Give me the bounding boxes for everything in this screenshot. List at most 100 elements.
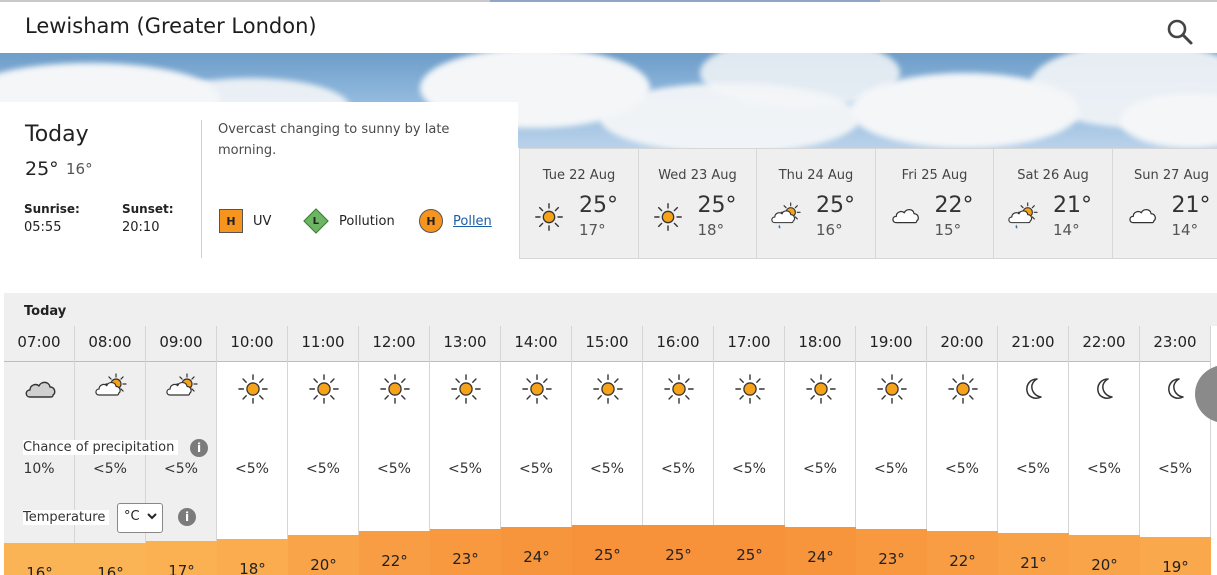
sunrise-time: 05:55 bbox=[24, 220, 62, 235]
day-max-temp: 21° bbox=[1053, 193, 1092, 218]
daily-forecast-tabs: Tue 22 Aug 25° 17° Wed 23 Aug 25° 18° Thu 24 A… bbox=[519, 148, 1217, 259]
sunny-icon bbox=[521, 373, 553, 405]
sunny-icon bbox=[592, 373, 624, 405]
moon-icon bbox=[1018, 373, 1050, 405]
day-tab[interactable]: Sat 26 Aug 21° 14° bbox=[993, 149, 1111, 259]
temperature-value: 16° bbox=[75, 543, 146, 575]
hour-time: 21:00 bbox=[998, 326, 1068, 362]
temperature-value: 25° bbox=[643, 525, 714, 575]
precipitation-chance: <5% bbox=[732, 461, 766, 477]
pollen-level-badge: H bbox=[419, 209, 443, 233]
chevron-down-icon bbox=[147, 513, 157, 520]
uv-level-badge: H bbox=[219, 209, 243, 233]
day-tab[interactable]: Fri 25 Aug 22° 15° bbox=[874, 149, 993, 259]
pollen-indicator[interactable]: H Pollen bbox=[419, 209, 492, 233]
hourly-title: Today bbox=[24, 304, 67, 319]
hour-time: 17:00 bbox=[714, 326, 784, 362]
hour-column: 19:00 <5% 23° bbox=[856, 326, 927, 575]
hour-column: 15:00 <5% 25° bbox=[572, 326, 643, 575]
precipitation-chance: <5% bbox=[1087, 461, 1121, 477]
sunny-icon bbox=[308, 373, 340, 405]
page-header: Lewisham (Greater London) bbox=[0, 2, 1217, 53]
day-tab[interactable]: Wed 23 Aug 25° 18° bbox=[637, 149, 756, 259]
sun-cloud-icon bbox=[95, 373, 127, 405]
hour-column: 20:00 <5% 22° bbox=[927, 326, 998, 575]
uv-label: UV bbox=[253, 213, 272, 229]
today-summary-card: Today 25° 16° Sunrise: 05:55 Sunset: 20:… bbox=[0, 102, 518, 262]
uv-indicator[interactable]: H UV bbox=[219, 209, 272, 233]
day-name: Sat 26 Aug bbox=[1017, 168, 1089, 183]
sunny-icon bbox=[379, 373, 411, 405]
precipitation-chance: 10% bbox=[23, 461, 55, 477]
pollution-indicator[interactable]: L Pollution bbox=[303, 208, 395, 234]
temperature-unit-select[interactable]: °C bbox=[117, 503, 163, 533]
hour-column: 17:00 <5% 25° bbox=[714, 326, 785, 575]
day-name: Fri 25 Aug bbox=[901, 168, 968, 183]
hour-time: 18:00 bbox=[785, 326, 855, 362]
day-min-temp: 17° bbox=[579, 221, 606, 239]
moon-icon bbox=[1089, 373, 1121, 405]
hour-time: 14:00 bbox=[501, 326, 571, 362]
hour-time: 13:00 bbox=[430, 326, 500, 362]
precipitation-chance: <5% bbox=[448, 461, 482, 477]
hour-time: 08:00 bbox=[75, 326, 145, 362]
cloud-icon bbox=[890, 202, 920, 232]
temperature-value: 25° bbox=[572, 525, 643, 575]
search-icon[interactable] bbox=[1166, 18, 1194, 46]
sunny-icon bbox=[534, 202, 564, 232]
pollution-level-badge: L bbox=[303, 208, 329, 234]
hour-time: 07:00 bbox=[4, 326, 74, 362]
precipitation-chance: <5% bbox=[164, 461, 198, 477]
temperature-value: 20° bbox=[288, 535, 359, 575]
hour-time: 16:00 bbox=[643, 326, 713, 362]
sunny-icon bbox=[734, 373, 766, 405]
hour-time: 23:00 bbox=[1140, 326, 1210, 362]
day-name: Tue 22 Aug bbox=[542, 168, 616, 183]
day-tab[interactable]: Thu 24 Aug 25° 16° bbox=[756, 149, 874, 259]
temperature-value: 22° bbox=[927, 531, 998, 575]
precipitation-chance: <5% bbox=[945, 461, 979, 477]
temperature-value: 23° bbox=[430, 529, 501, 575]
hour-time: 22:00 bbox=[1069, 326, 1139, 362]
hour-time: 11:00 bbox=[288, 326, 358, 362]
precipitation-info-icon[interactable]: i bbox=[190, 439, 208, 457]
day-min-temp: 15° bbox=[934, 221, 962, 239]
hour-time: 20:00 bbox=[927, 326, 997, 362]
temperature-value: 24° bbox=[501, 527, 572, 575]
temperature-value: 19° bbox=[1140, 537, 1211, 575]
today-min-temp: 16° bbox=[66, 160, 93, 178]
precipitation-chance: <5% bbox=[235, 461, 269, 477]
day-max-temp: 21° bbox=[1171, 193, 1211, 218]
sunny-icon bbox=[805, 373, 837, 405]
sun-cloud-rain-icon bbox=[1008, 202, 1038, 232]
day-tab[interactable]: Sun 27 Aug 21° 14° bbox=[1111, 149, 1217, 259]
temperature-row-label: Temperature bbox=[23, 510, 110, 525]
day-tab[interactable]: Tue 22 Aug 25° 17° bbox=[519, 149, 637, 259]
sunset-label: Sunset: bbox=[122, 202, 174, 216]
temperature-info-icon[interactable]: i bbox=[178, 508, 196, 526]
overcast-cloud-icon bbox=[24, 373, 56, 405]
pollution-level-code: L bbox=[312, 215, 320, 227]
sunny-icon bbox=[947, 373, 979, 405]
precipitation-chance: <5% bbox=[803, 461, 837, 477]
sunny-icon bbox=[653, 202, 683, 232]
precipitation-chance: <5% bbox=[93, 461, 127, 477]
day-max-temp: 22° bbox=[934, 193, 974, 218]
hour-time: 15:00 bbox=[572, 326, 642, 362]
temperature-value: 20° bbox=[1069, 535, 1140, 575]
hour-column: 23:00 <5% 19° bbox=[1140, 326, 1211, 575]
hourly-header: Today bbox=[4, 293, 1217, 326]
temperature-value: 24° bbox=[785, 527, 856, 575]
sunny-icon bbox=[237, 373, 269, 405]
divider bbox=[201, 120, 202, 258]
precipitation-chance: <5% bbox=[1016, 461, 1050, 477]
pollen-link[interactable]: Pollen bbox=[453, 214, 492, 229]
hour-column: 18:00 <5% 24° bbox=[785, 326, 856, 575]
precipitation-chance: <5% bbox=[519, 461, 553, 477]
day-max-temp: 25° bbox=[697, 193, 737, 218]
hour-column: 11:00 <5% 20° bbox=[288, 326, 359, 575]
temperature-value: 22° bbox=[359, 531, 430, 575]
moon-icon bbox=[1160, 373, 1192, 405]
hour-time: 19:00 bbox=[856, 326, 926, 362]
hour-column: 22:00 <5% 20° bbox=[1069, 326, 1140, 575]
